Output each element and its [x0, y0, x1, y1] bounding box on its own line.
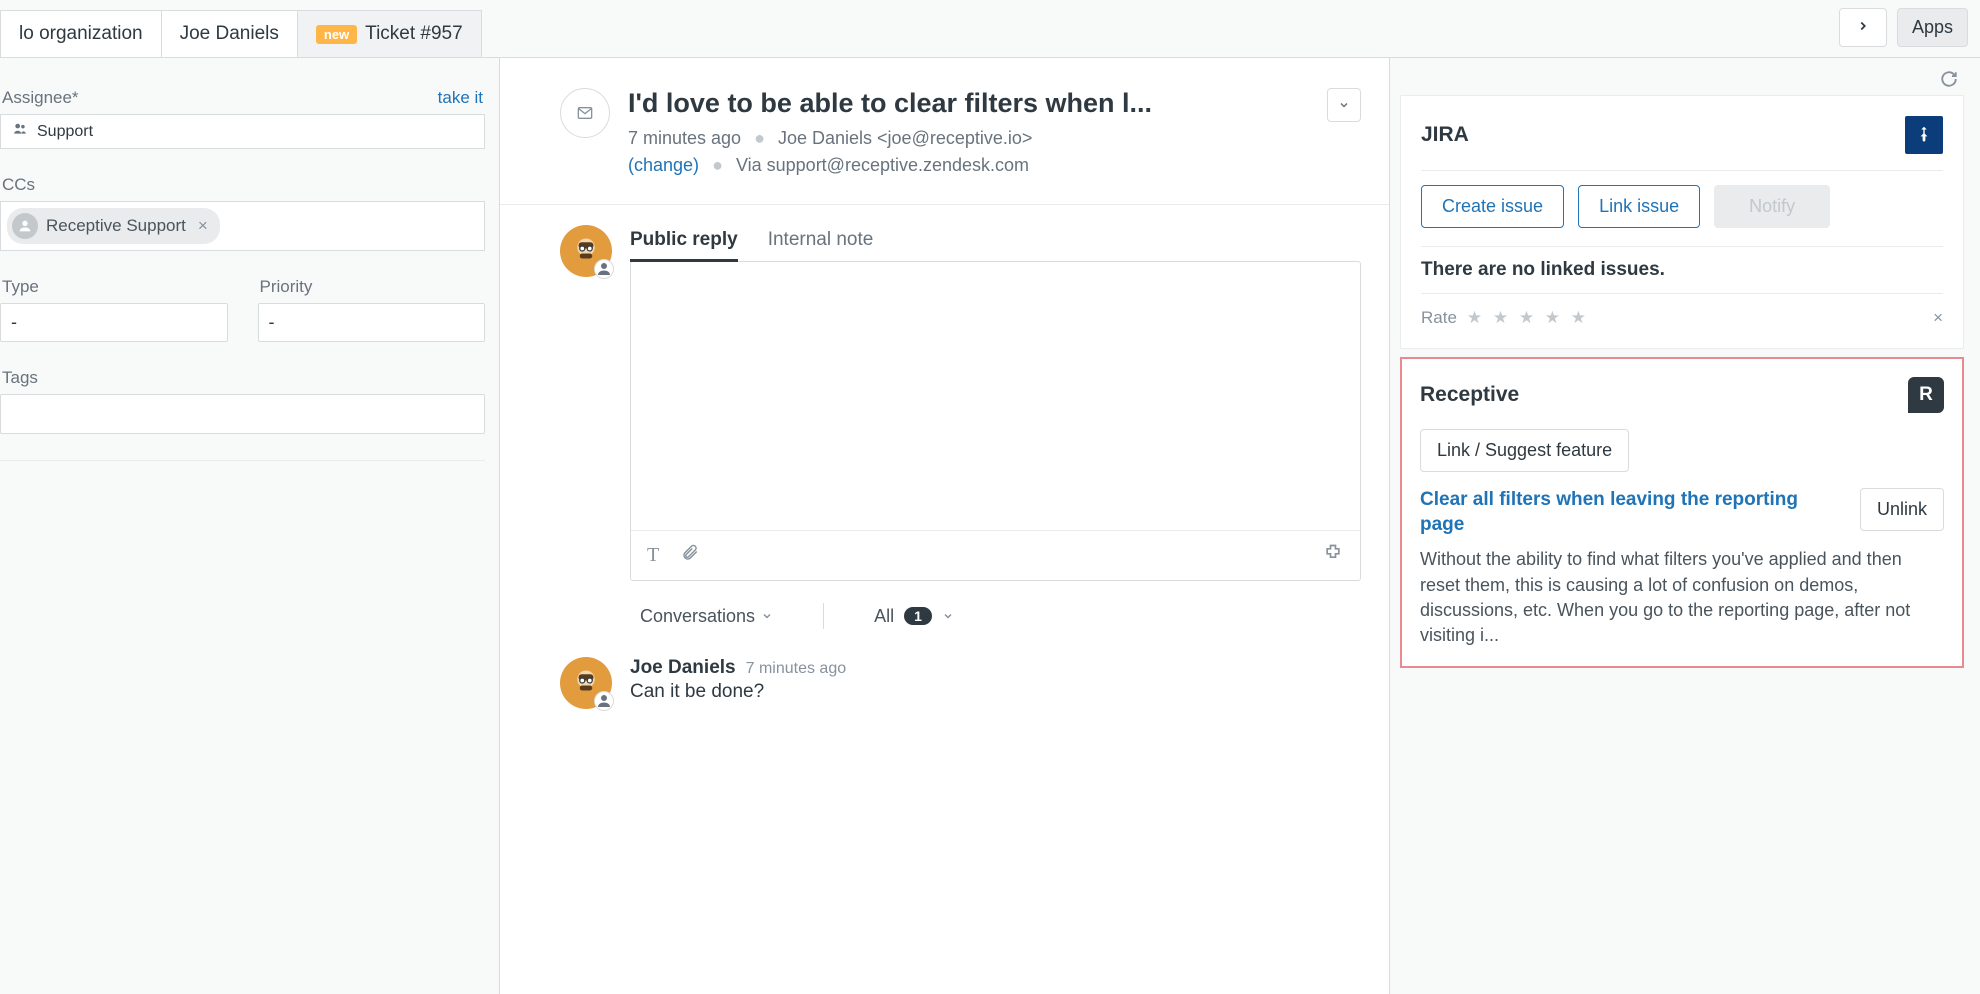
- conversation-pane: I'd love to be able to clear filters whe…: [500, 58, 1390, 994]
- receptive-logo-icon: R: [1908, 377, 1944, 413]
- feature-link[interactable]: Clear all filters when leaving the repor…: [1420, 488, 1846, 537]
- type-select[interactable]: -: [0, 303, 228, 342]
- assignee-select[interactable]: Support: [0, 114, 485, 149]
- priority-select[interactable]: -: [258, 303, 486, 342]
- receptive-title: Receptive: [1420, 383, 1519, 407]
- chevron-down-icon: [761, 610, 773, 622]
- apps-button[interactable]: Apps: [1897, 8, 1968, 47]
- message-body: Can it be done?: [630, 681, 846, 703]
- feature-description: Without the ability to find what filters…: [1420, 547, 1944, 648]
- rate-label: Rate: [1421, 308, 1457, 328]
- message-time: 7 minutes ago: [746, 660, 847, 678]
- people-icon: [11, 122, 29, 141]
- change-requester-link[interactable]: (change): [628, 155, 699, 175]
- link-suggest-feature-button[interactable]: Link / Suggest feature: [1420, 429, 1629, 472]
- rating-stars[interactable]: ★ ★ ★ ★ ★: [1467, 308, 1589, 328]
- tabs-row: lo organization Joe Daniels new Ticket #…: [0, 0, 1980, 58]
- receptive-panel: Receptive R Link / Suggest feature Clear…: [1400, 357, 1964, 668]
- create-issue-button[interactable]: Create issue: [1421, 185, 1564, 228]
- reply-textarea[interactable]: [631, 262, 1360, 530]
- next-button[interactable]: [1839, 8, 1887, 47]
- message-author: Joe Daniels: [630, 657, 736, 679]
- mail-icon: [560, 88, 610, 138]
- type-label: Type: [2, 277, 39, 297]
- close-icon[interactable]: ×: [1933, 308, 1943, 328]
- count-badge: 1: [904, 607, 932, 625]
- tab-user[interactable]: Joe Daniels: [161, 10, 298, 57]
- assignee-label: Assignee*: [2, 88, 79, 108]
- attachment-icon[interactable]: [681, 543, 699, 568]
- tags-input[interactable]: [0, 394, 485, 434]
- jira-panel: JIRA Create issue Link issue Notify Ther…: [1400, 95, 1964, 349]
- cc-chip: Receptive Support ×: [7, 208, 220, 244]
- remove-cc-icon[interactable]: ×: [198, 216, 208, 236]
- unlink-button[interactable]: Unlink: [1860, 488, 1944, 531]
- apps-sidebar: JIRA Create issue Link issue Notify Ther…: [1390, 58, 1980, 994]
- ticket-via: Via support@receptive.zendesk.com: [736, 155, 1029, 175]
- public-reply-tab[interactable]: Public reply: [630, 225, 738, 262]
- tab-ticket[interactable]: new Ticket #957: [297, 10, 482, 57]
- no-linked-issues: There are no linked issues.: [1421, 246, 1943, 294]
- tab-organization[interactable]: lo organization: [0, 10, 162, 57]
- reply-editor[interactable]: T: [630, 261, 1361, 581]
- person-badge-icon: [594, 691, 614, 711]
- take-it-link[interactable]: take it: [438, 88, 483, 108]
- requester-avatar: [560, 657, 612, 709]
- conversations-filter[interactable]: Conversations: [640, 606, 773, 627]
- new-badge: new: [316, 25, 357, 44]
- jira-title: JIRA: [1421, 123, 1469, 147]
- ccs-label: CCs: [2, 175, 35, 195]
- jira-logo-icon: [1905, 116, 1943, 154]
- cc-chip-label: Receptive Support: [46, 216, 186, 236]
- notify-button: Notify: [1714, 185, 1830, 228]
- ticket-actions-dropdown[interactable]: [1327, 88, 1361, 122]
- chevron-down-icon: [942, 610, 954, 622]
- ticket-time: 7 minutes ago: [628, 128, 741, 148]
- internal-note-tab[interactable]: Internal note: [768, 225, 874, 262]
- text-format-icon[interactable]: T: [647, 544, 659, 567]
- chevron-down-icon: [1338, 99, 1350, 111]
- chevron-right-icon: [1856, 19, 1870, 33]
- all-filter[interactable]: All 1: [874, 606, 954, 627]
- tags-label: Tags: [2, 368, 38, 388]
- ticket-requester: Joe Daniels <joe@receptive.io>: [778, 128, 1032, 148]
- tab-ticket-label: Ticket #957: [365, 23, 463, 45]
- apps-icon[interactable]: [1322, 543, 1344, 568]
- ticket-fields-sidebar: Assignee* take it Support CCs Receptive …: [0, 58, 500, 994]
- link-issue-button[interactable]: Link issue: [1578, 185, 1700, 228]
- ccs-input[interactable]: Receptive Support ×: [0, 201, 485, 251]
- avatar-icon: [12, 213, 38, 239]
- person-badge-icon: [594, 259, 614, 279]
- assignee-value: Support: [37, 123, 93, 141]
- agent-avatar: [560, 225, 612, 277]
- refresh-icon[interactable]: [1400, 68, 1964, 95]
- priority-label: Priority: [260, 277, 313, 297]
- ticket-title: I'd love to be able to clear filters whe…: [628, 88, 1313, 119]
